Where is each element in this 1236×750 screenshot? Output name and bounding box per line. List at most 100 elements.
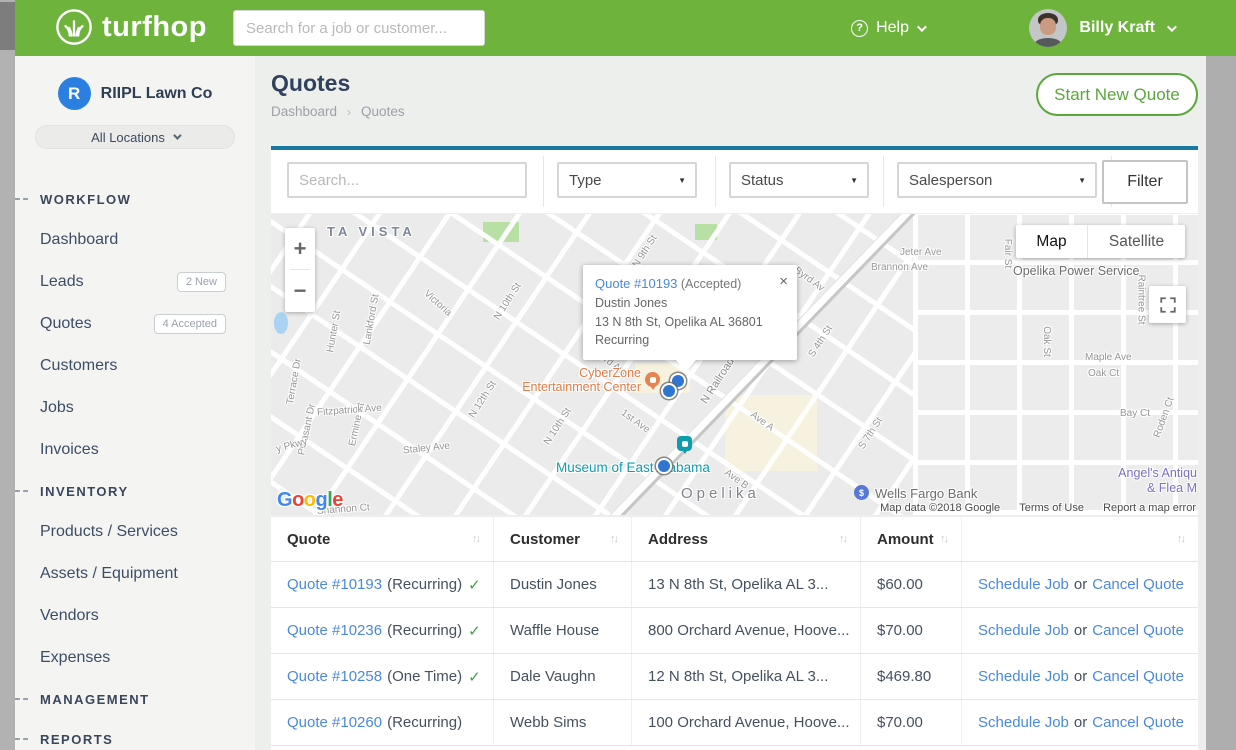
nav-section-reports[interactable]: REPORTS — [15, 719, 255, 750]
chevron-down-icon — [1167, 22, 1177, 32]
cancel-quote-link[interactable]: Cancel Quote — [1092, 576, 1184, 593]
restaurant-pin-icon[interactable] — [645, 372, 660, 387]
schedule-job-link[interactable]: Schedule Job — [978, 576, 1069, 593]
brand-logo[interactable]: turfhop — [55, 8, 207, 46]
quote-link[interactable]: Quote #10260 — [287, 714, 382, 731]
column-header-quote[interactable]: Quote↑↓ — [271, 517, 494, 561]
schedule-job-link[interactable]: Schedule Job — [978, 714, 1069, 731]
actions-cell: Schedule JoborCancel Quote — [962, 562, 1198, 607]
fullscreen-icon — [1159, 296, 1177, 314]
map-label: TA VISTA — [327, 224, 416, 239]
sidebar: R RIIPL Lawn Co All Locations WORKFLOW D… — [15, 56, 255, 750]
quote-cell: Quote #10193(Recurring)✓ — [271, 562, 494, 607]
fullscreen-button[interactable] — [1149, 286, 1186, 323]
sidebar-item-invoices[interactable]: Invoices — [15, 429, 255, 471]
column-header-actions[interactable]: ↑↓ — [962, 517, 1198, 561]
amount-cell: $469.80 — [861, 654, 962, 699]
table-row: Quote #10193(Recurring)✓ Dustin Jones 13… — [271, 562, 1198, 608]
quote-marker[interactable] — [661, 383, 677, 399]
help-icon: ? — [851, 20, 868, 37]
type-select[interactable]: Type▼ — [557, 162, 697, 198]
column-header-customer[interactable]: Customer↑↓ — [494, 517, 632, 561]
map-view-button[interactable]: Map — [1016, 225, 1088, 258]
locations-dropdown[interactable]: All Locations — [35, 125, 235, 149]
popup-quote-status: (Accepted) — [681, 277, 741, 291]
map-quote-popup: × Quote #10193 (Accepted) Dustin Jones 1… — [583, 265, 797, 360]
sidebar-item-vendors[interactable]: Vendors — [15, 595, 255, 637]
quote-link[interactable]: Quote #10193 — [287, 576, 382, 593]
right-scrollbar[interactable] — [1206, 56, 1236, 750]
cancel-quote-link[interactable]: Cancel Quote — [1092, 622, 1184, 639]
start-new-quote-button[interactable]: Start New Quote — [1036, 73, 1198, 116]
sort-icon: ↑↓ — [610, 533, 617, 545]
zoom-in-button[interactable]: + — [285, 228, 315, 269]
schedule-job-link[interactable]: Schedule Job — [978, 622, 1069, 639]
table-row: Quote #10236(Recurring)✓ Waffle House 80… — [271, 608, 1198, 654]
poi-museum[interactable]: Museum of East Alabama — [556, 460, 710, 475]
sidebar-item-jobs[interactable]: Jobs — [15, 387, 255, 429]
quotes-table: Quote↑↓ Customer↑↓ Address↑↓ Amount↑↓ ↑↓… — [271, 517, 1198, 750]
quote-link[interactable]: Quote #10236 — [287, 622, 382, 639]
zoom-out-button[interactable]: − — [285, 270, 315, 311]
sidebar-item-leads[interactable]: Leads2 New — [15, 261, 255, 303]
sidebar-nav: WORKFLOW Dashboard Leads2 New Quotes4 Ac… — [15, 179, 255, 750]
poi-power-service[interactable]: Opelika Power Service — [1013, 264, 1139, 278]
filter-button[interactable]: Filter — [1102, 160, 1188, 204]
cancel-quote-link[interactable]: Cancel Quote — [1092, 714, 1184, 731]
poi-wells-fargo[interactable]: Wells Fargo Bank — [875, 486, 977, 501]
accepted-check-icon: ✓ — [468, 622, 481, 640]
section-dashes-icon — [15, 490, 28, 492]
quote-marker[interactable] — [656, 458, 672, 474]
map-label: Raintree St — [1136, 274, 1147, 324]
select-arrow-icon: ▼ — [678, 176, 686, 185]
cancel-quote-link[interactable]: Cancel Quote — [1092, 668, 1184, 685]
left-scrollbar[interactable] — [0, 0, 15, 750]
quote-link[interactable]: Quote #10258 — [287, 668, 382, 685]
sidebar-item-expenses[interactable]: Expenses — [15, 637, 255, 679]
map-label: Oak Ct — [1088, 368, 1119, 379]
map-label: Maple Ave — [1085, 352, 1132, 363]
select-arrow-icon: ▼ — [850, 176, 858, 185]
poi-cyberzone[interactable]: CyberZoneEntertainment Center — [493, 367, 641, 395]
help-menu[interactable]: ? Help — [851, 0, 924, 56]
terms-of-use-link[interactable]: Terms of Use — [1019, 502, 1084, 514]
left-scrollbar-thumb[interactable] — [0, 2, 15, 50]
column-header-address[interactable]: Address↑↓ — [632, 517, 861, 561]
customer-cell: Webb Sims — [494, 700, 632, 745]
schedule-job-link[interactable]: Schedule Job — [978, 668, 1069, 685]
museum-pin-icon[interactable] — [677, 436, 692, 451]
satellite-view-button[interactable]: Satellite — [1088, 225, 1185, 258]
table-row: Quote #10258(One Time)✓ Dale Vaughn 12 N… — [271, 654, 1198, 700]
quotes-search-input[interactable] — [287, 162, 527, 198]
section-dashes-icon — [15, 698, 28, 700]
column-header-amount[interactable]: Amount↑↓ — [861, 517, 962, 561]
brand-name: turfhop — [102, 11, 207, 44]
user-name: Billy Kraft — [1079, 19, 1155, 37]
sidebar-item-assets-equipment[interactable]: Assets / Equipment — [15, 553, 255, 595]
nav-section-management[interactable]: MANAGEMENT — [15, 679, 255, 719]
address-cell: 100 Orchard Avenue, Hoove... — [632, 700, 861, 745]
sidebar-item-products-services[interactable]: Products / Services — [15, 511, 255, 553]
accepted-check-icon: ✓ — [468, 576, 481, 594]
status-select[interactable]: Status▼ — [729, 162, 869, 198]
poi-angels-antiques[interactable]: Angel's Antiqu& Flea M — [1118, 466, 1197, 496]
user-menu[interactable]: Billy Kraft — [1029, 0, 1174, 56]
report-map-error-link[interactable]: Report a map error — [1103, 502, 1196, 514]
quotes-map[interactable]: TA VISTA Jeter Ave Brannon Ave Maple Ave… — [271, 214, 1198, 515]
map-label: Fair St — [1002, 239, 1013, 268]
close-icon[interactable]: × — [779, 271, 788, 294]
salesperson-select[interactable]: Salesperson▼ — [897, 162, 1097, 198]
breadcrumb-dashboard[interactable]: Dashboard — [271, 104, 337, 119]
sidebar-item-quotes[interactable]: Quotes4 Accepted — [15, 303, 255, 345]
app-window: turfhop ? Help Billy Kraft R RIIPL Lawn … — [0, 0, 1236, 750]
sidebar-item-dashboard[interactable]: Dashboard — [15, 219, 255, 261]
popup-quote-link[interactable]: Quote #10193 — [595, 276, 677, 291]
actions-cell: Schedule JoborCancel Quote — [962, 654, 1198, 699]
table-row: Quote #10260(Recurring) Webb Sims 100 Or… — [271, 700, 1198, 746]
sidebar-item-customers[interactable]: Customers — [15, 345, 255, 387]
map-type-control: Map Satellite — [1016, 225, 1185, 258]
bank-pin-icon[interactable]: $ — [854, 485, 869, 500]
google-logo[interactable]: Google — [277, 489, 343, 512]
global-search-input[interactable] — [233, 10, 485, 46]
map-label: Oak St — [1041, 326, 1052, 357]
